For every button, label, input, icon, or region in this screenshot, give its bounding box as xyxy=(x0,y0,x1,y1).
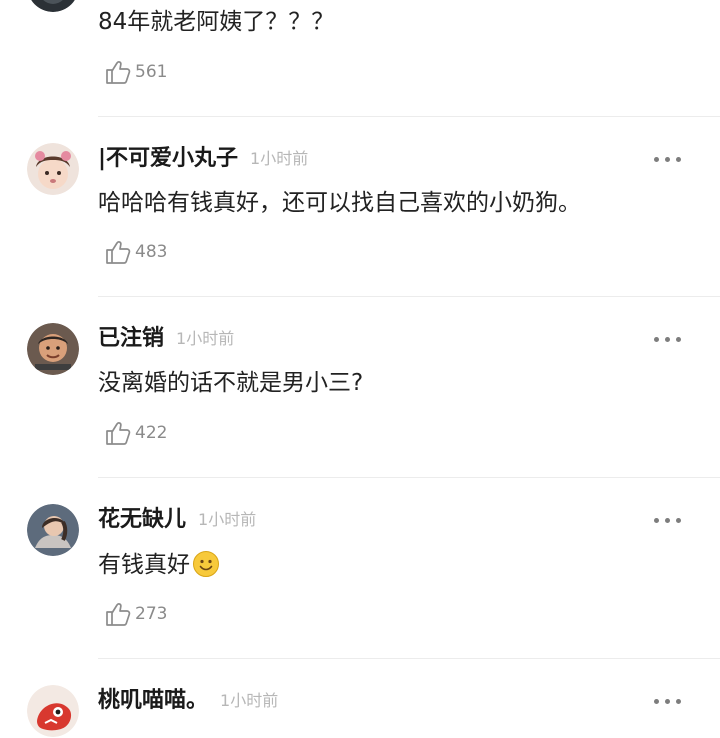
timestamp: 1小时前 xyxy=(220,691,279,710)
comment-feed: 84年就老阿姨了？？？ 561 |不可爱小丸子 1小时前 哈哈哈有钱真好，还可以找… xyxy=(0,0,720,738)
timestamp: 1小时前 xyxy=(250,149,309,168)
like-button[interactable]: 561 xyxy=(104,57,167,87)
avatar[interactable] xyxy=(27,323,79,375)
smile-emoji-icon xyxy=(193,551,219,577)
avatar[interactable] xyxy=(27,143,79,195)
comment-item: 已注销 1小时前 没离婚的话不就是男小三? 422 xyxy=(0,297,720,477)
more-button[interactable] xyxy=(654,156,682,164)
like-count: 422 xyxy=(135,423,168,443)
username-label[interactable]: 桃叽喵喵。 xyxy=(98,688,208,713)
more-button[interactable] xyxy=(654,517,682,525)
timestamp: 1小时前 xyxy=(198,510,257,529)
comment-text: 没离婚的话不就是男小三? xyxy=(98,370,364,396)
timestamp: 1小时前 xyxy=(176,329,235,348)
avatar[interactable] xyxy=(27,504,79,556)
comment-item: 84年就老阿姨了？？？ 561 xyxy=(0,0,720,116)
comment-item: 花无缺儿 1小时前 有钱真好 273 xyxy=(0,478,720,658)
username[interactable]: 已注销 1小时前 xyxy=(98,326,234,352)
avatar[interactable] xyxy=(27,685,79,737)
thumbs-up-icon xyxy=(106,61,131,84)
comment-item: |不可爱小丸子 1小时前 哈哈哈有钱真好，还可以找自己喜欢的小奶狗。 483 xyxy=(0,117,720,296)
like-button[interactable]: 273 xyxy=(104,599,167,629)
username-label[interactable]: 花无缺儿 xyxy=(98,507,186,532)
avatar[interactable] xyxy=(27,0,79,12)
more-button[interactable] xyxy=(654,698,682,706)
username[interactable]: 花无缺儿 1小时前 xyxy=(98,507,256,533)
username-label[interactable]: |不可爱小丸子 xyxy=(98,146,238,171)
like-button[interactable]: 422 xyxy=(104,418,167,448)
comment-text: 有钱真好 xyxy=(98,550,220,579)
comment-text: 84年就老阿姨了？？？ xyxy=(98,9,335,35)
thumbs-up-icon xyxy=(106,241,131,264)
comment-text-content: 有钱真好 xyxy=(98,552,190,578)
username[interactable]: |不可爱小丸子 1小时前 xyxy=(98,146,308,172)
more-button[interactable] xyxy=(654,336,682,344)
like-count: 273 xyxy=(135,604,168,624)
like-button[interactable]: 483 xyxy=(104,237,167,267)
username-label[interactable]: 已注销 xyxy=(98,326,164,351)
like-count: 561 xyxy=(135,62,168,82)
comment-text: 哈哈哈有钱真好，还可以找自己喜欢的小奶狗。 xyxy=(98,190,581,216)
like-count: 483 xyxy=(135,242,168,262)
username[interactable]: 桃叽喵喵。 1小时前 xyxy=(98,688,278,714)
thumbs-up-icon xyxy=(106,422,131,445)
comment-item: 桃叽喵喵。 1小时前 xyxy=(0,659,720,738)
thumbs-up-icon xyxy=(106,603,131,626)
